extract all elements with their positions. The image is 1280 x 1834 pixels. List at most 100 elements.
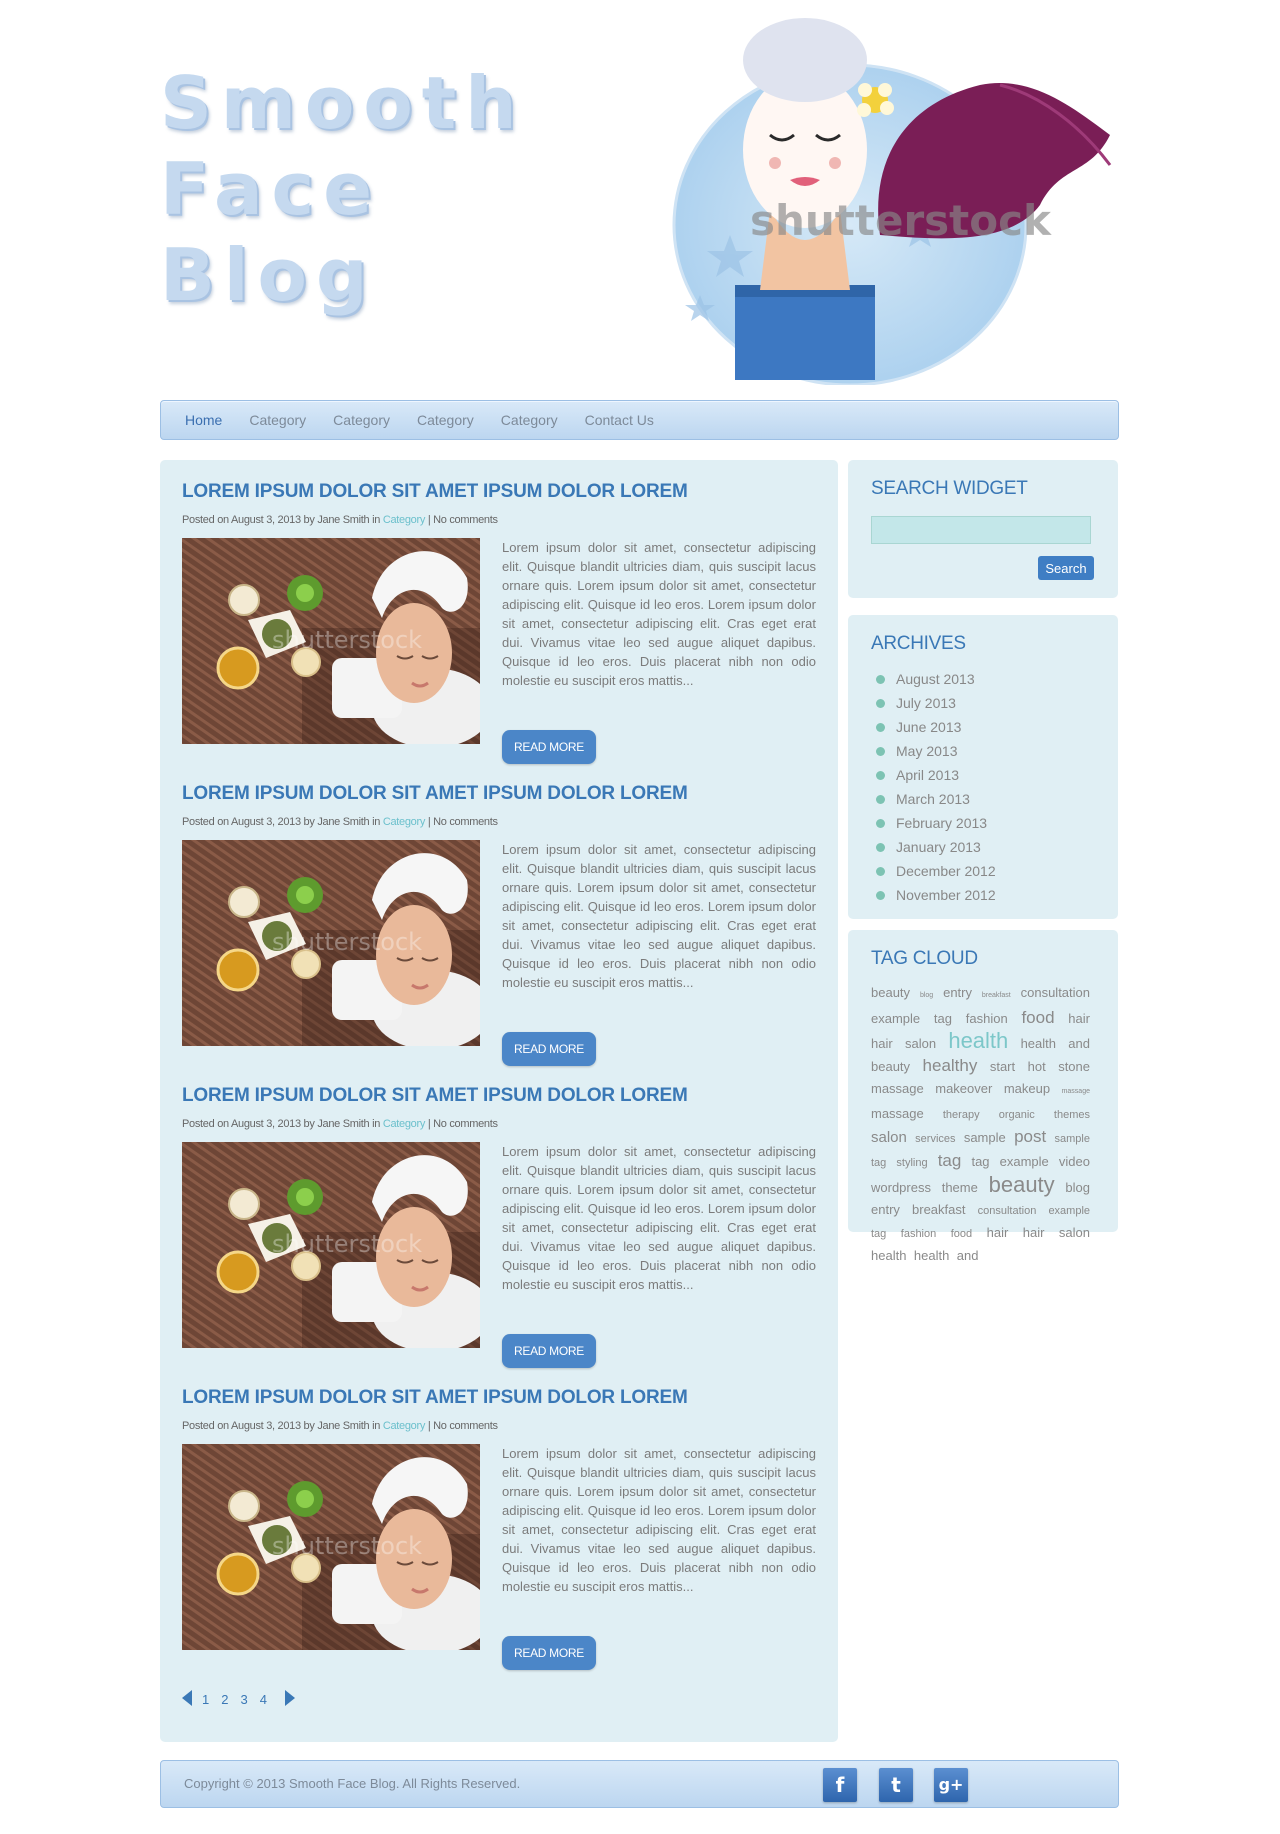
tag-link[interactable]: services (915, 1133, 955, 1145)
tag-link[interactable]: fashion (901, 1228, 936, 1240)
nav-item-home[interactable]: Home (185, 412, 222, 428)
post-image[interactable]: shutterstock (182, 1142, 480, 1348)
tag-link[interactable]: wordpress (871, 1180, 931, 1195)
tag-link[interactable]: beauty (989, 1172, 1055, 1197)
tag-link[interactable]: post (1014, 1127, 1046, 1146)
tag-link[interactable]: tag (871, 1228, 886, 1240)
read-more-button[interactable]: READ MORE (502, 1032, 596, 1066)
search-input[interactable] (871, 516, 1091, 544)
nav-item-category[interactable]: Category (333, 412, 390, 428)
tag-link[interactable]: example (1000, 1154, 1049, 1169)
search-button[interactable]: Search (1038, 556, 1094, 580)
tag-link[interactable]: themes (1054, 1109, 1090, 1121)
tag-link[interactable]: tag (971, 1154, 989, 1169)
tag-link[interactable]: hair (1068, 1011, 1090, 1026)
post-title[interactable]: LOREM IPSUM DOLOR SIT AMET IPSUM DOLOR L… (182, 1384, 818, 1412)
tag-link[interactable]: example (871, 1011, 920, 1026)
post-category-link[interactable]: Category (383, 1118, 426, 1130)
tag-link[interactable]: and (1068, 1036, 1090, 1051)
tag-link[interactable]: breakfast (982, 992, 1011, 999)
tag-link[interactable]: health (948, 1028, 1008, 1053)
archive-link[interactable]: November 2012 (876, 883, 996, 907)
archive-link[interactable]: January 2013 (876, 835, 996, 859)
tag-link[interactable]: entry (871, 1202, 900, 1217)
archive-link[interactable]: August 2013 (876, 667, 996, 691)
post-comments[interactable]: | No comments (425, 1420, 498, 1432)
tag-link[interactable]: massage (1062, 1088, 1090, 1095)
post-category-link[interactable]: Category (383, 514, 426, 526)
post-title[interactable]: LOREM IPSUM DOLOR SIT AMET IPSUM DOLOR L… (182, 1082, 818, 1110)
page-link-4[interactable]: 4 (260, 1692, 267, 1707)
tag-link[interactable]: sample (964, 1130, 1006, 1145)
page-link-3[interactable]: 3 (240, 1692, 247, 1707)
archive-link[interactable]: June 2013 (876, 715, 996, 739)
post-image[interactable]: shutterstock (182, 538, 480, 744)
post-category-link[interactable]: Category (383, 816, 426, 828)
nav-item-category[interactable]: Category (417, 412, 474, 428)
tag-link[interactable]: tag (934, 1011, 952, 1026)
archive-link[interactable]: May 2013 (876, 739, 996, 763)
read-more-button[interactable]: READ MORE (502, 1334, 596, 1368)
tag-link[interactable]: organic (999, 1109, 1035, 1121)
tag-link[interactable]: massage (871, 1106, 924, 1121)
page-link-1[interactable]: 1 (202, 1692, 209, 1707)
tag-link[interactable]: blog (1065, 1180, 1090, 1195)
nav-item-category[interactable]: Category (501, 412, 558, 428)
facebook-icon[interactable]: f (823, 1768, 857, 1802)
read-more-button[interactable]: READ MORE (502, 1636, 596, 1670)
tag-link[interactable]: tag (871, 1157, 886, 1169)
google-plus-icon[interactable]: g+ (934, 1768, 968, 1802)
tag-link[interactable]: hair (871, 1036, 893, 1051)
page-link-2[interactable]: 2 (221, 1692, 228, 1707)
tag-link[interactable]: food (951, 1228, 972, 1240)
tag-link[interactable]: salon (905, 1036, 936, 1051)
post-comments[interactable]: | No comments (425, 1118, 498, 1130)
tag-link[interactable]: example (1048, 1205, 1090, 1217)
tag-link[interactable]: health (1021, 1036, 1056, 1051)
archive-link[interactable]: April 2013 (876, 763, 996, 787)
tag-link[interactable]: blog (920, 992, 933, 999)
post-image[interactable]: shutterstock (182, 1444, 480, 1650)
tag-link[interactable]: hot (1028, 1059, 1046, 1074)
tag-link[interactable]: theme (942, 1180, 978, 1195)
tag-link[interactable]: consultation (978, 1205, 1037, 1217)
tag-link[interactable]: therapy (943, 1109, 980, 1121)
tag-link[interactable]: salon (1059, 1225, 1090, 1240)
tag-link[interactable]: beauty (871, 985, 910, 1000)
tag-link[interactable]: salon (871, 1129, 907, 1146)
tag-link[interactable]: video (1059, 1154, 1090, 1169)
post-comments[interactable]: | No comments (425, 514, 498, 526)
nav-item-category[interactable]: Category (249, 412, 306, 428)
tag-link[interactable]: stone (1058, 1059, 1090, 1074)
tag-link[interactable]: beauty (871, 1059, 910, 1074)
tag-link[interactable]: makeover (935, 1081, 992, 1096)
triangle-right-icon[interactable] (284, 1690, 295, 1706)
tag-link[interactable]: tag (938, 1151, 962, 1170)
tag-link[interactable]: massage (871, 1081, 924, 1096)
tag-link[interactable]: and (957, 1248, 979, 1263)
archive-link[interactable]: July 2013 (876, 691, 996, 715)
nav-item-contact-us[interactable]: Contact Us (585, 412, 654, 428)
tag-link[interactable]: hair (1023, 1225, 1045, 1240)
tag-link[interactable]: consultation (1021, 985, 1090, 1000)
site-logo[interactable]: Smooth Face Blog (160, 60, 520, 318)
post-title[interactable]: LOREM IPSUM DOLOR SIT AMET IPSUM DOLOR L… (182, 780, 818, 808)
triangle-left-icon[interactable] (182, 1690, 192, 1706)
tag-link[interactable]: styling (896, 1157, 927, 1169)
tag-link[interactable]: health (871, 1248, 906, 1263)
post-comments[interactable]: | No comments (425, 816, 498, 828)
tag-link[interactable]: entry (943, 985, 972, 1000)
archive-link[interactable]: December 2012 (876, 859, 996, 883)
tag-link[interactable]: makeup (1004, 1081, 1050, 1096)
post-image[interactable]: shutterstock (182, 840, 480, 1046)
read-more-button[interactable]: READ MORE (502, 730, 596, 764)
tag-link[interactable]: health (914, 1248, 949, 1263)
post-category-link[interactable]: Category (383, 1420, 426, 1432)
archive-link[interactable]: March 2013 (876, 787, 996, 811)
tag-link[interactable]: hair (987, 1225, 1009, 1240)
archive-link[interactable]: February 2013 (876, 811, 996, 835)
tag-link[interactable]: healthy (923, 1056, 978, 1075)
tag-link[interactable]: start (990, 1059, 1015, 1074)
tag-link[interactable]: food (1021, 1008, 1054, 1027)
tag-link[interactable]: sample (1055, 1133, 1090, 1145)
